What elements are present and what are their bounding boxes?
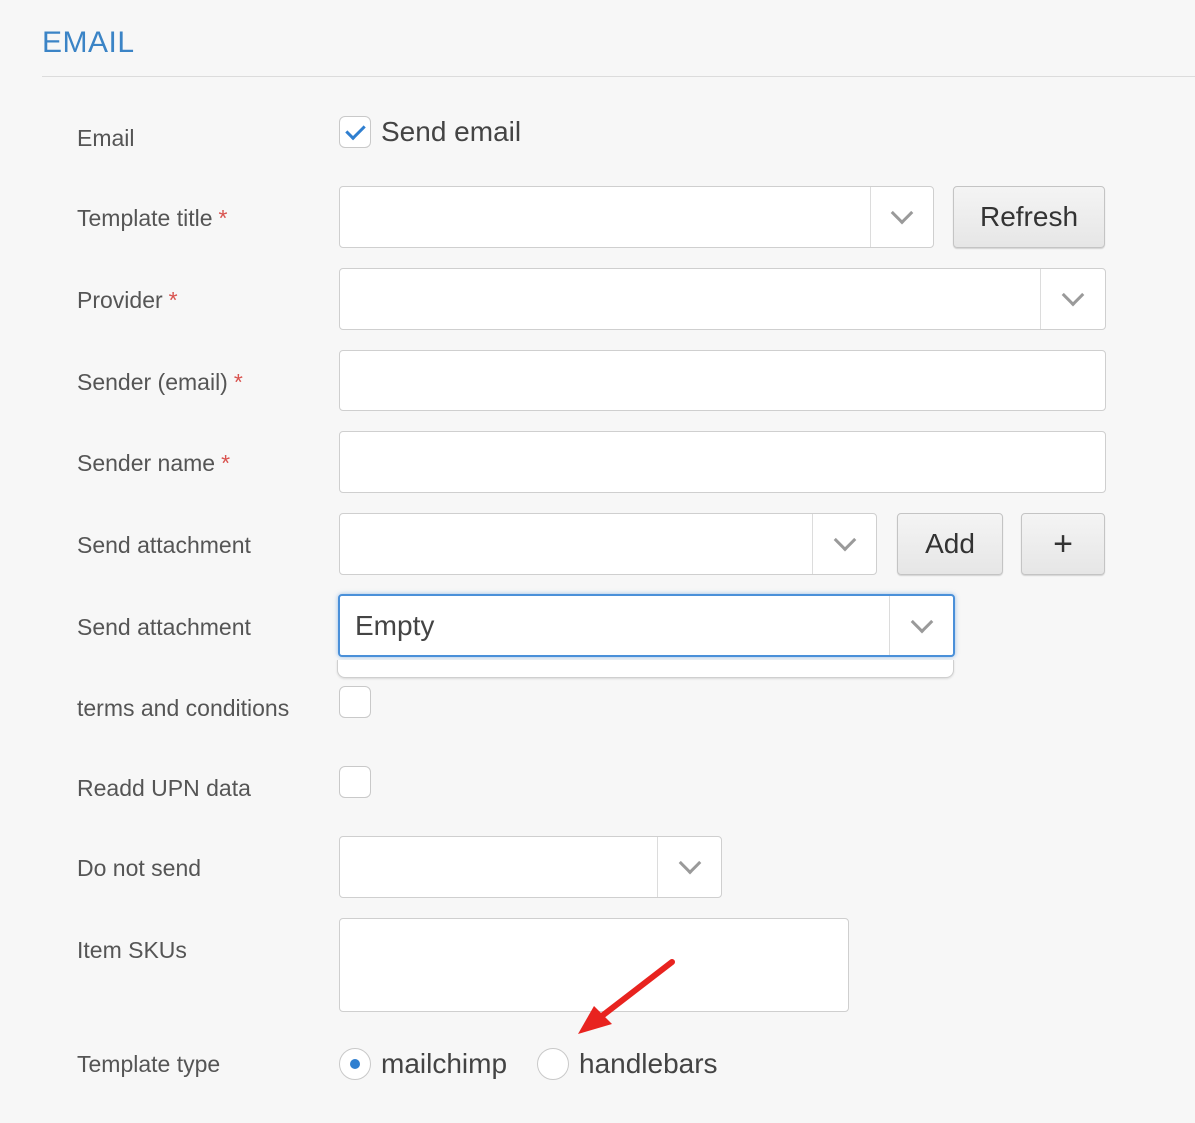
email-label: Email (77, 125, 135, 151)
send-attachment-2-dropdown-toggle[interactable] (889, 596, 953, 655)
chevron-down-icon (910, 610, 933, 633)
section-divider (42, 76, 1195, 77)
chevron-down-icon (678, 851, 701, 875)
terms-checkbox[interactable] (339, 686, 371, 718)
readd-upn-label: Readd UPN data (77, 775, 251, 801)
send-attachment-2-select[interactable]: Empty (338, 594, 955, 657)
item-skus-textarea[interactable] (339, 918, 849, 1012)
mailchimp-radio[interactable] (339, 1048, 371, 1080)
template-type-label: Template type (77, 1051, 221, 1077)
send-attachment-2-value: Empty (355, 609, 435, 641)
item-skus-label: Item SKUs (77, 937, 187, 963)
send-attachment-dropdown-toggle[interactable] (812, 514, 876, 574)
provider-select[interactable] (339, 268, 1106, 330)
send-attachment-2-label: Send attachment (77, 614, 251, 640)
readd-upn-checkbox[interactable] (339, 766, 371, 798)
dropdown-menu[interactable] (337, 660, 954, 678)
do-not-send-dropdown-toggle[interactable] (657, 837, 721, 897)
plus-icon: + (1053, 524, 1073, 563)
chevron-down-icon (833, 528, 856, 552)
required-mark: * (221, 450, 231, 476)
chevron-down-icon (890, 201, 914, 225)
radio-selected-dot (350, 1059, 360, 1069)
refresh-button[interactable]: Refresh (953, 186, 1105, 248)
template-title-label: Template title * (77, 205, 228, 231)
terms-label: terms and conditions (77, 695, 290, 721)
chevron-down-icon (1061, 283, 1085, 307)
section-title: EMAIL (42, 26, 135, 59)
check-icon (344, 119, 366, 141)
provider-label: Provider * (77, 287, 178, 313)
required-mark: * (218, 205, 228, 231)
sender-email-input[interactable] (339, 350, 1106, 411)
sender-name-input[interactable] (339, 431, 1106, 493)
sender-name-label: Sender name * (77, 450, 231, 476)
template-title-dropdown-toggle[interactable] (870, 187, 933, 247)
template-title-select[interactable] (339, 186, 934, 248)
mailchimp-label[interactable]: mailchimp (381, 1048, 507, 1080)
add-button[interactable]: Add (897, 513, 1003, 575)
do-not-send-label: Do not send (77, 855, 202, 881)
plus-button[interactable]: + (1021, 513, 1105, 575)
send-attachment-label: Send attachment (77, 532, 251, 558)
handlebars-label[interactable]: handlebars (579, 1048, 718, 1080)
sender-email-label: Sender (email) * (77, 369, 243, 395)
do-not-send-select[interactable] (339, 836, 722, 898)
handlebars-radio[interactable] (537, 1048, 569, 1080)
send-email-checkbox[interactable] (339, 116, 371, 148)
send-attachment-select[interactable] (339, 513, 877, 575)
send-email-label[interactable]: Send email (381, 116, 521, 148)
required-mark: * (233, 369, 243, 395)
provider-dropdown-toggle[interactable] (1040, 269, 1105, 329)
required-mark: * (168, 287, 178, 313)
